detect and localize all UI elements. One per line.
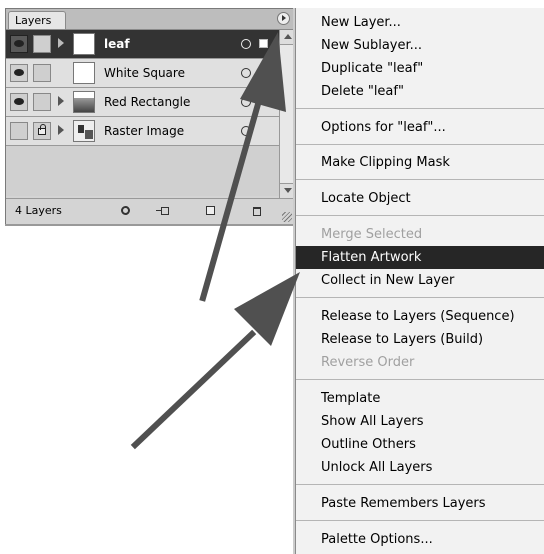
layer-row-raster-image[interactable]: Raster Image <box>6 117 279 146</box>
menu-item-merge-selected: Merge Selected <box>321 227 423 242</box>
expand-triangle-icon[interactable] <box>58 96 64 106</box>
new-layer-icon[interactable] <box>204 204 218 217</box>
locate-object-icon[interactable] <box>119 204 133 217</box>
menu-item-release-sequence[interactable]: Release to Layers (Sequence) <box>296 305 544 328</box>
menu-separator <box>296 484 544 485</box>
menu-item-collect-in-new-layer[interactable]: Collect in New Layer <box>296 269 544 292</box>
menu-separator <box>296 144 544 145</box>
palette-header: Layers <box>6 9 294 30</box>
scroll-down-arrow-icon[interactable] <box>280 183 295 198</box>
menu-item-outline-others[interactable]: Outline Others <box>296 433 544 456</box>
visibility-toggle[interactable] <box>10 64 28 82</box>
layer-list-scrollbar[interactable] <box>279 30 295 198</box>
tab-layers[interactable]: Layers <box>8 11 66 29</box>
menu-separator <box>296 179 544 180</box>
menu-separator <box>296 108 544 109</box>
target-circle-icon[interactable] <box>241 97 251 107</box>
scroll-up-arrow-icon[interactable] <box>280 30 295 45</box>
menu-item-duplicate[interactable]: Duplicate "leaf" <box>296 57 544 80</box>
lock-toggle[interactable] <box>33 93 51 111</box>
layer-thumbnail <box>73 120 95 142</box>
visibility-toggle[interactable] <box>10 35 28 53</box>
menu-item-template[interactable]: Template <box>296 387 544 410</box>
eye-icon <box>14 69 24 76</box>
menu-item-delete[interactable]: Delete "leaf" <box>296 80 544 103</box>
lock-toggle[interactable] <box>33 122 51 140</box>
lock-icon <box>38 124 46 135</box>
selection-indicator[interactable] <box>259 39 268 48</box>
layer-row-red-rectangle[interactable]: Red Rectangle <box>6 88 279 117</box>
menu-separator <box>296 297 544 298</box>
menu-item-make-clipping-mask[interactable]: Make Clipping Mask <box>296 151 544 174</box>
layer-row-leaf[interactable]: leaf <box>6 30 279 59</box>
menu-item-options[interactable]: Options for "leaf"... <box>296 116 544 139</box>
expand-triangle-icon[interactable] <box>58 38 64 48</box>
resize-grip-icon[interactable] <box>282 212 292 222</box>
lock-toggle[interactable] <box>33 35 51 53</box>
arrow-to-flatten-artwork <box>130 329 257 450</box>
visibility-toggle[interactable] <box>10 93 28 111</box>
menu-separator <box>296 520 544 521</box>
layer-row-white-square[interactable]: White Square <box>6 59 279 88</box>
menu-separator <box>296 215 544 216</box>
menu-separator <box>296 379 544 380</box>
layer-name: leaf <box>104 37 130 51</box>
layers-flyout-menu: New Layer... New Sublayer... Duplicate "… <box>295 8 544 554</box>
target-circle-icon[interactable] <box>241 126 251 136</box>
lock-toggle[interactable] <box>33 64 51 82</box>
arrow-head-icon <box>234 272 300 346</box>
target-circle-icon[interactable] <box>241 68 251 78</box>
menu-item-show-all-layers[interactable]: Show All Layers <box>296 410 544 433</box>
layer-thumbnail <box>73 62 95 84</box>
palette-menu-icon[interactable] <box>277 12 290 25</box>
menu-item-locate-object[interactable]: Locate Object <box>296 187 544 210</box>
menu-item-palette-options[interactable]: Palette Options... <box>296 528 544 551</box>
menu-item-release-build[interactable]: Release to Layers (Build) <box>296 328 544 351</box>
make-sublayer-icon[interactable] <box>156 204 170 217</box>
layer-name: Red Rectangle <box>104 95 191 109</box>
layers-palette: Layers leaf White Square Red Rectangle R… <box>5 8 295 224</box>
palette-footer: 4 Layers <box>6 198 294 224</box>
layer-count: 4 Layers <box>15 204 62 217</box>
menu-item-flatten-artwork[interactable]: Flatten Artwork <box>296 246 544 269</box>
eye-icon <box>14 40 24 47</box>
layer-thumbnail <box>73 33 95 55</box>
menu-item-unlock-all-layers[interactable]: Unlock All Layers <box>296 456 544 479</box>
menu-item-new-layer[interactable]: New Layer... <box>296 11 544 34</box>
layer-list: leaf White Square Red Rectangle Raster I… <box>6 30 279 146</box>
layer-thumbnail <box>73 91 95 113</box>
visibility-toggle[interactable] <box>10 122 28 140</box>
target-circle-icon[interactable] <box>241 39 251 49</box>
layer-list-empty-area <box>6 146 279 196</box>
menu-item-paste-remembers-layers[interactable]: Paste Remembers Layers <box>296 492 544 515</box>
eye-icon <box>14 98 24 105</box>
expand-triangle-icon[interactable] <box>58 125 64 135</box>
layer-name: White Square <box>104 66 185 80</box>
layer-name: Raster Image <box>104 124 185 138</box>
menu-item-reverse-order: Reverse Order <box>321 355 415 370</box>
menu-item-new-sublayer[interactable]: New Sublayer... <box>296 34 544 57</box>
trash-icon[interactable] <box>250 204 264 217</box>
